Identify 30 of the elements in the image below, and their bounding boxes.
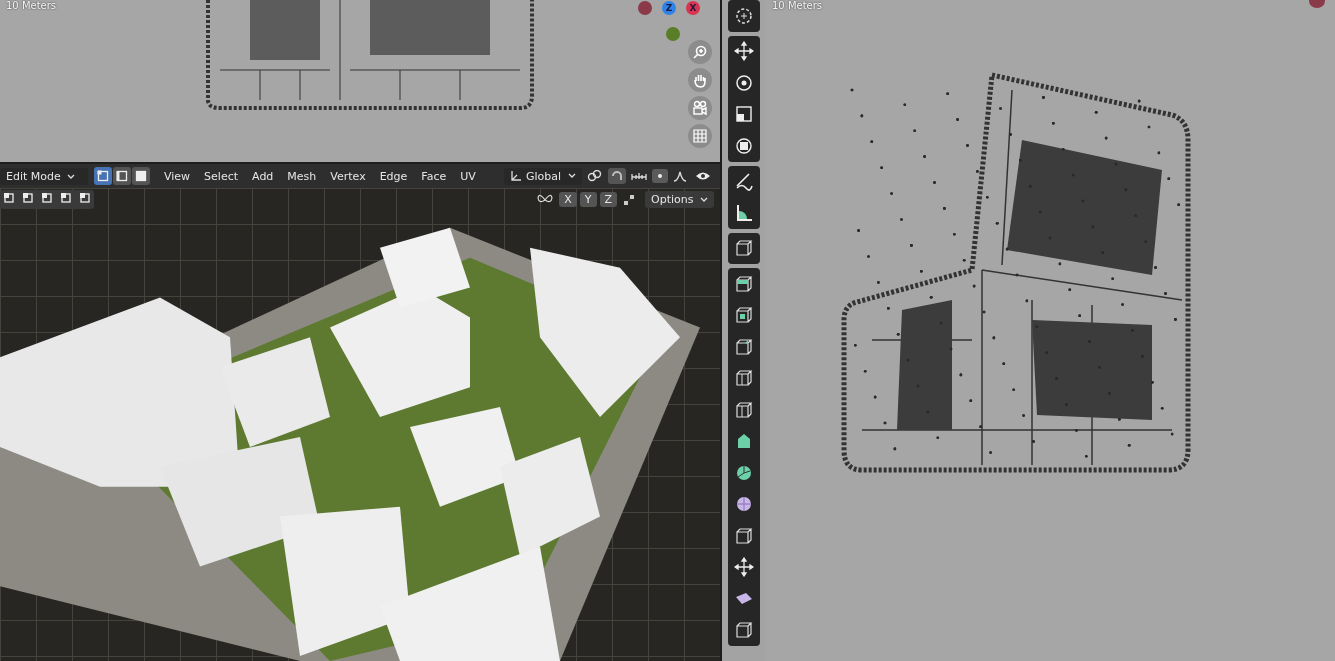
proportional-edit-icon[interactable] <box>652 169 668 183</box>
options-dropdown[interactable]: Options <box>645 191 714 208</box>
menu-item[interactable]: Face <box>415 167 453 185</box>
camera-icon[interactable] <box>688 96 712 120</box>
orientation-dropdown[interactable]: Global <box>503 167 582 185</box>
hand-icon[interactable] <box>688 68 712 92</box>
magnet-icon[interactable] <box>608 168 626 184</box>
menu-item[interactable]: Select <box>198 167 245 185</box>
scale-label: 10 Meters <box>772 0 823 11</box>
zoom-icon[interactable] <box>688 40 712 64</box>
select-mode-icon[interactable] <box>132 167 150 185</box>
menu-item[interactable]: Add <box>246 167 280 185</box>
caret-icon <box>568 173 576 179</box>
menu-item[interactable]: UV <box>454 167 482 185</box>
menu-item[interactable]: Edge <box>373 167 414 185</box>
grid-icon[interactable] <box>688 124 712 148</box>
menu-item[interactable]: Vertex <box>324 167 372 185</box>
menu-item[interactable]: Mesh <box>281 167 323 185</box>
select-mode-icon[interactable] <box>94 167 112 185</box>
select-mode-icon[interactable] <box>113 167 131 185</box>
axis-gizmo[interactable]: Z X <box>638 1 718 47</box>
scale-label: 10 Meters <box>6 0 57 11</box>
axes-icon <box>509 170 522 182</box>
menu-item[interactable]: View <box>158 167 197 185</box>
mirror-axis-toggle[interactable]: Y <box>579 192 597 207</box>
caret-icon <box>67 173 76 180</box>
mode-dropdown[interactable]: Edit Mode <box>0 167 88 185</box>
mirror-axis-toggle[interactable]: Z <box>599 192 618 207</box>
caret-icon <box>700 197 708 203</box>
mirror-axis-toggle[interactable]: X <box>559 192 577 207</box>
